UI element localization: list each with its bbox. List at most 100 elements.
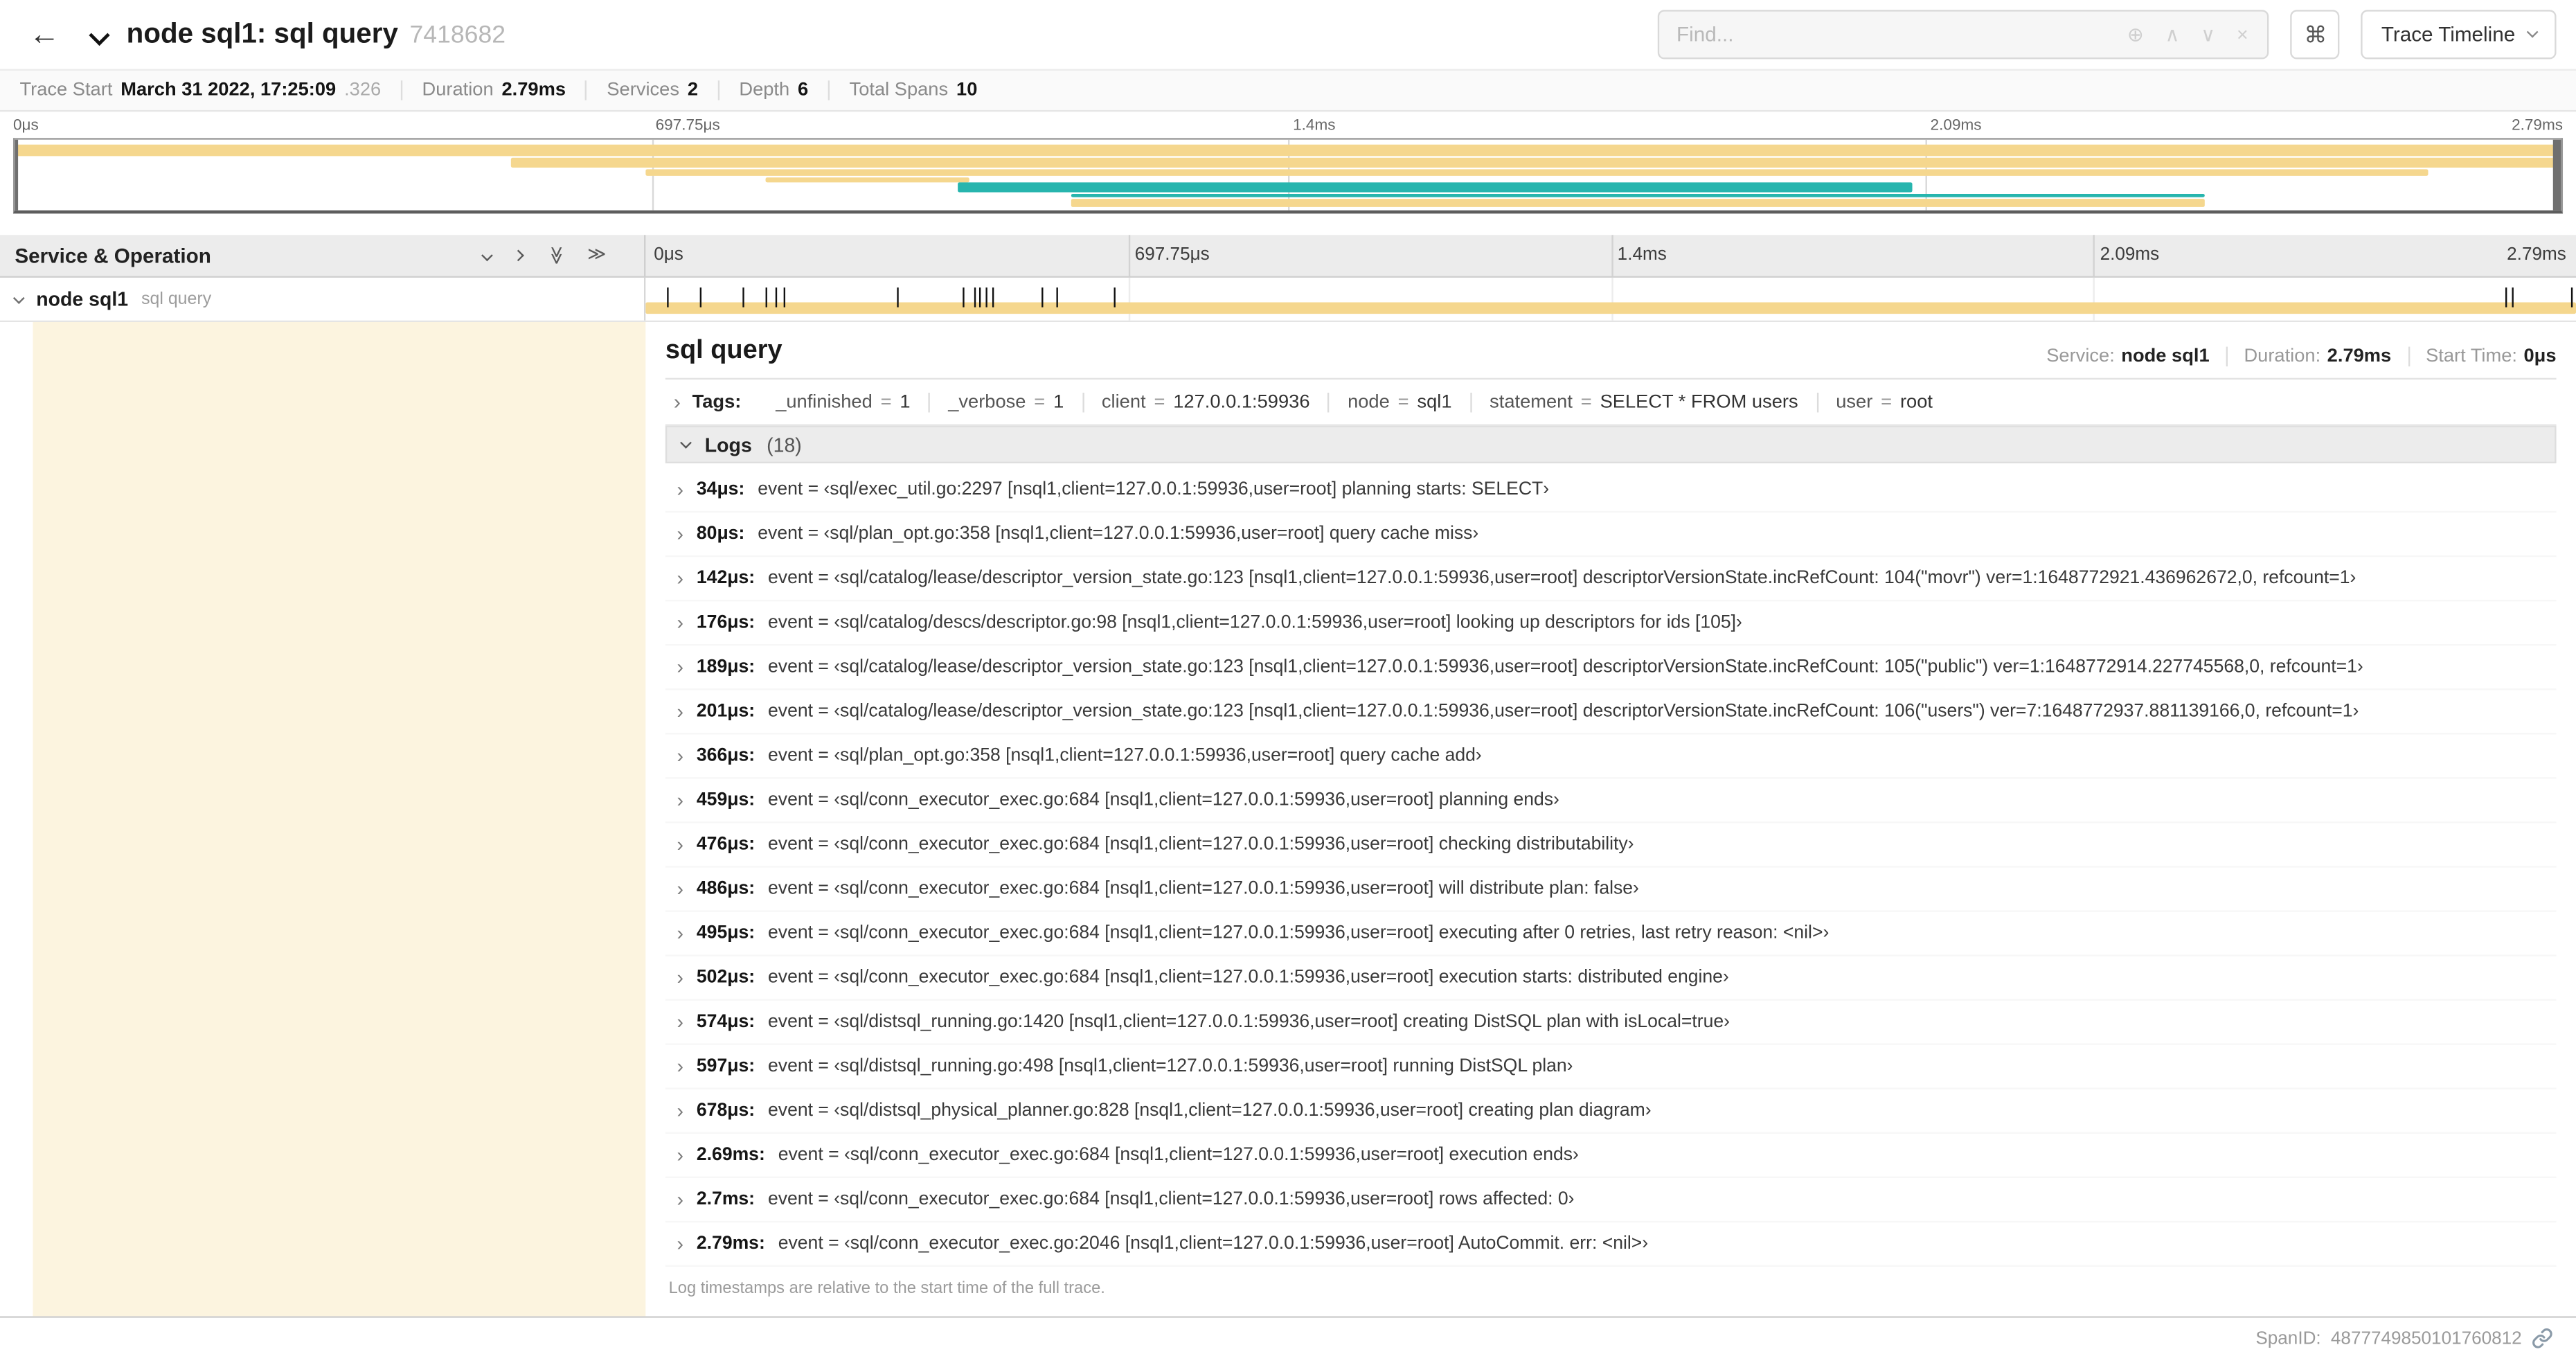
- trace-page: ← node sql1: sql query 7418682 ⊕ ∧ ∨ × ⌘ …: [0, 0, 2576, 1363]
- log-row[interactable]: › 2.79ms: event = ‹sql/conn_executor_exec.…: [665, 1222, 2557, 1267]
- log-row[interactable]: › 80μs: event = ‹sql/plan_opt.go:358 [nsql…: [665, 513, 2557, 557]
- log-row[interactable]: › 2.7ms: event = ‹sql/conn_executor_exec.g…: [665, 1178, 2557, 1222]
- track-gridline: [2093, 277, 2095, 321]
- log-row[interactable]: › 678μs: event = ‹sql/distsql_physical_pla…: [665, 1089, 2557, 1134]
- log-row[interactable]: › 34μs: event = ‹sql/exec_util.go:2297 [ns…: [665, 468, 2557, 513]
- minimap-left-scrubber-handle[interactable]: [15, 139, 19, 211]
- log-text: event = ‹sql/catalog/descs/descriptor.go…: [768, 612, 1742, 633]
- service-operation-label: Service & Operation: [15, 244, 211, 267]
- log-row[interactable]: › 201μs: event = ‹sql/catalog/lease/descri…: [665, 690, 2557, 734]
- logs-count: (18): [767, 433, 802, 456]
- span-row[interactable]: node sql1 sql query: [0, 277, 2576, 323]
- log-row[interactable]: › 189μs: event = ‹sql/catalog/lease/descri…: [665, 645, 2557, 690]
- clear-find-icon[interactable]: ×: [2237, 23, 2248, 46]
- log-row[interactable]: › 574μs: event = ‹sql/distsql_running.go:1…: [665, 1001, 2557, 1045]
- chevron-right-icon: ›: [673, 389, 681, 414]
- log-marker-tick: [962, 287, 965, 308]
- log-text: event = ‹sql/plan_opt.go:358 [nsql1,clie…: [768, 746, 1482, 766]
- logs-accordion-header[interactable]: Logs (18): [665, 425, 2557, 464]
- log-marker-tick: [699, 287, 702, 308]
- ruler-gridline: [2093, 235, 2095, 276]
- minimap-right-scrubber-handle[interactable]: [2552, 139, 2561, 211]
- span-row-track[interactable]: [645, 277, 2576, 321]
- trace-timeline-dropdown[interactable]: Trace Timeline: [2361, 10, 2557, 60]
- log-row[interactable]: › 495μs: event = ‹sql/conn_executor_exec.g…: [665, 912, 2557, 956]
- summary-depth: Depth 6: [717, 80, 828, 100]
- log-text: event = ‹sql/distsql_running.go:498 [nsq…: [768, 1056, 1573, 1076]
- tag-key: client: [1101, 391, 1146, 412]
- log-text: event = ‹sql/catalog/lease/descriptor_ve…: [768, 702, 2359, 722]
- log-text: event = ‹sql/conn_executor_exec.go:684 […: [768, 835, 1634, 855]
- log-marker-tick: [2570, 287, 2573, 308]
- chevron-right-icon: ›: [677, 1010, 683, 1034]
- expand-all-icon[interactable]: ≫: [587, 246, 606, 265]
- log-row[interactable]: › 176μs: event = ‹sql/catalog/descs/descri…: [665, 601, 2557, 645]
- expand-one-icon[interactable]: [512, 249, 524, 262]
- log-row[interactable]: › 502μs: event = ‹sql/conn_executor_exec.g…: [665, 956, 2557, 1001]
- log-marker-tick: [775, 287, 777, 308]
- log-time: 2.7ms:: [696, 1189, 755, 1210]
- deep-link-icon[interactable]: [2532, 1328, 2553, 1349]
- trace-title-chevron-icon[interactable]: [89, 21, 110, 51]
- find-input[interactable]: [1660, 23, 2108, 46]
- span-collapse-chevron-icon[interactable]: [12, 292, 25, 303]
- log-marker-tick: [897, 287, 899, 308]
- log-row[interactable]: › 2.69ms: event = ‹sql/conn_executor_exec.…: [665, 1134, 2557, 1178]
- meta-duration: Duration: 2.79ms: [2226, 346, 2408, 367]
- chevron-down-icon: [680, 436, 692, 449]
- tag-key: node: [1348, 391, 1390, 412]
- span-duration-bar[interactable]: [645, 302, 2576, 314]
- chevron-right-icon: ›: [677, 788, 683, 812]
- top-bar: ← node sql1: sql query 7418682 ⊕ ∧ ∨ × ⌘ …: [0, 0, 2576, 69]
- minimap-tick: 2.09ms: [1930, 116, 1982, 135]
- log-text: event = ‹sql/conn_executor_exec.go:684 […: [768, 879, 1639, 899]
- collapse-one-icon[interactable]: [481, 249, 493, 262]
- log-row[interactable]: › 459μs: event = ‹sql/conn_executor_exec.g…: [665, 779, 2557, 823]
- minimap-span-bar: [1071, 199, 2205, 207]
- minimap-tick: 697.75μs: [655, 116, 720, 135]
- summary-label: Services: [607, 80, 680, 100]
- log-text: event = ‹sql/distsql_running.go:1420 [ns…: [768, 1012, 1730, 1032]
- meta-label: Duration:: [2244, 346, 2321, 367]
- page-viewport: ← node sql1: sql query 7418682 ⊕ ∧ ∨ × ⌘ …: [0, 0, 2576, 1363]
- span-operation-name: sql query: [141, 289, 212, 310]
- log-row[interactable]: › 366μs: event = ‹sql/plan_opt.go:358 [nsq…: [665, 734, 2557, 778]
- minimap-span-bar: [1071, 193, 2205, 197]
- next-match-icon[interactable]: ∨: [2201, 23, 2215, 46]
- log-time: 142μs:: [696, 568, 755, 589]
- chevron-right-icon: ›: [677, 522, 683, 546]
- log-time: 486μs:: [696, 879, 755, 899]
- log-text: event = ‹sql/plan_opt.go:358 [nsql1,clie…: [758, 524, 1479, 544]
- tags-accordion[interactable]: › Tags: _unfinished = 1 _verbose = 1 client =…: [665, 380, 2557, 426]
- summary-label: Total Spans: [849, 80, 949, 100]
- find-zoom-icon[interactable]: ⊕: [2127, 23, 2144, 46]
- log-row[interactable]: › 486μs: event = ‹sql/conn_executor_exec.g…: [665, 868, 2557, 912]
- timeline-header-row: Service & Operation ≫ ≫ 0μs 697.75μs 1.4…: [0, 235, 2576, 278]
- back-button[interactable]: ←: [19, 19, 69, 50]
- prev-match-icon[interactable]: ∧: [2165, 23, 2180, 46]
- chevron-right-icon: ›: [677, 1188, 683, 1211]
- span-row-name-cell[interactable]: node sql1 sql query: [0, 277, 646, 321]
- tag-item: statement = SELECT * FROM users: [1469, 391, 1816, 412]
- log-row[interactable]: › 142μs: event = ‹sql/catalog/lease/descri…: [665, 557, 2557, 601]
- minimap-ruler: 0μs 697.75μs 1.4ms 2.09ms 2.79ms: [13, 115, 2563, 138]
- log-time: 80μs:: [696, 524, 745, 544]
- tag-key: _unfinished: [776, 391, 873, 412]
- log-marker-tick: [985, 287, 987, 308]
- keyboard-shortcuts-button[interactable]: ⌘: [2291, 10, 2341, 60]
- find-controls: ⊕ ∧ ∨ ×: [2107, 23, 2268, 46]
- log-row[interactable]: › 597μs: event = ‹sql/distsql_running.go:4…: [665, 1045, 2557, 1089]
- log-row[interactable]: › 476μs: event = ‹sql/conn_executor_exec.g…: [665, 823, 2557, 868]
- meta-value: 2.79ms: [2327, 346, 2392, 367]
- meta-label: Start Time:: [2426, 346, 2518, 367]
- trace-timeline-label: Trace Timeline: [2381, 23, 2516, 46]
- tag-item: _verbose = 1: [928, 391, 1082, 412]
- collapse-all-icon[interactable]: ≫: [546, 246, 565, 265]
- minimap-graph[interactable]: [12, 138, 2564, 214]
- timeline-ruler: 0μs 697.75μs 1.4ms 2.09ms 2.79ms: [645, 235, 2576, 276]
- log-time: 502μs:: [696, 968, 755, 988]
- minimap-span-bar: [956, 182, 1912, 193]
- ruler-tick: 1.4ms: [1617, 244, 1667, 265]
- minimap-span-bar: [766, 177, 970, 183]
- log-marker-tick: [2512, 287, 2514, 308]
